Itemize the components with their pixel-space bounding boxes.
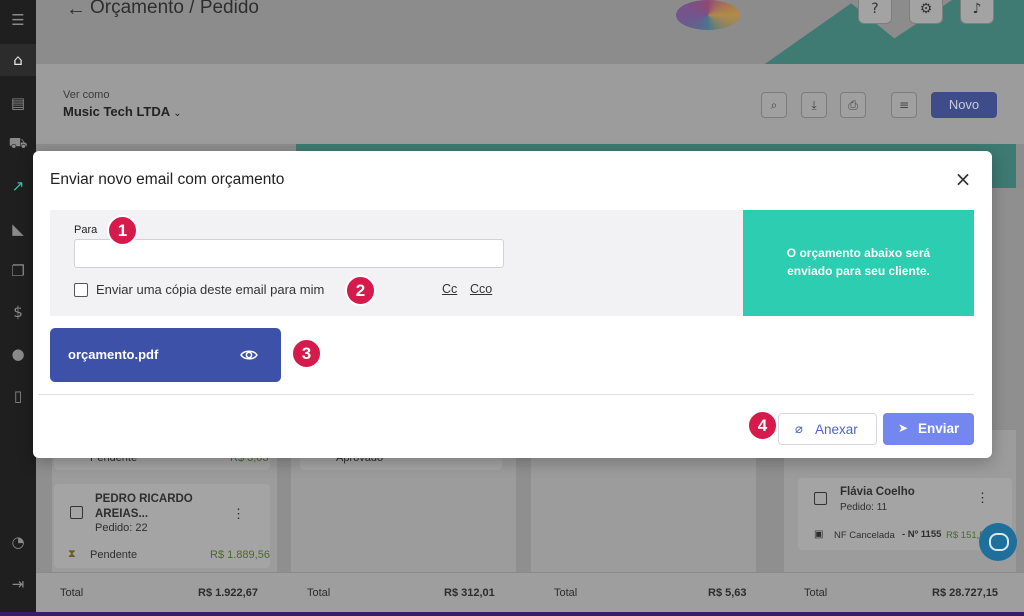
modal-divider <box>38 394 974 395</box>
step-marker-3: 3 <box>291 338 322 369</box>
attach-button-label: Anexar <box>815 422 858 437</box>
send-email-modal: Enviar novo email com orçamento × Para E… <box>33 151 992 458</box>
home-icon[interactable]: ⌂ <box>8 50 28 70</box>
megaphone-icon[interactable]: ◣ <box>8 219 28 239</box>
logout-icon[interactable]: ⇥ <box>8 574 28 594</box>
copy-icon[interactable]: ❐ <box>8 261 28 281</box>
back-arrow-icon[interactable]: ← <box>66 0 86 21</box>
attachment-card[interactable]: orçamento.pdf <box>50 328 281 382</box>
total-value: R$ 5,63 <box>708 587 747 599</box>
page-title: Orçamento / Pedido <box>90 0 259 18</box>
attachment-name: orçamento.pdf <box>68 347 159 362</box>
nf-number: - Nº 1155 <box>902 529 942 540</box>
info-box: O orçamento abaixo será enviado para seu… <box>743 210 974 316</box>
eye-icon[interactable] <box>240 346 258 364</box>
send-button-label: Enviar <box>918 421 960 436</box>
cco-link[interactable]: Cco <box>470 282 492 296</box>
order-card[interactable]: PEDRO RICARDO AREIAS... Pedido: 22 ⋮ ⧗ P… <box>54 484 270 568</box>
copy-checkbox-label[interactable]: Enviar uma cópia deste email para mim <box>96 282 324 297</box>
value-text: R$ 1.889,56 <box>210 549 270 561</box>
order-number: Pedido: 22 <box>95 522 148 534</box>
modal-title: Enviar novo email com orçamento <box>50 171 285 188</box>
cart-icon[interactable]: ⛟ <box>8 133 28 153</box>
chevron-down-icon: ⌄ <box>173 108 182 119</box>
document-add-icon[interactable]: ▤ <box>8 93 28 113</box>
menu-icon[interactable]: ☰ <box>8 10 28 30</box>
step-marker-4: 4 <box>747 410 778 441</box>
more-icon[interactable]: ⋮ <box>232 506 245 522</box>
download-icon[interactable]: ⤓ <box>801 92 827 118</box>
print-icon[interactable]: ⎙ <box>840 92 866 118</box>
email-form: Para Enviar uma cópia deste email para m… <box>50 210 743 316</box>
total-label: Total <box>307 587 331 599</box>
status-text: Pendente <box>90 549 138 561</box>
filter-bar <box>36 64 1024 144</box>
send-icon: ➤ <box>898 421 909 435</box>
list-icon[interactable]: ≡ <box>891 92 917 118</box>
novo-button[interactable]: Novo <box>931 92 997 118</box>
search-icon[interactable]: ⌕ <box>761 92 787 118</box>
bottom-bar <box>0 612 1024 616</box>
user-settings-icon[interactable]: ◔ <box>8 532 28 552</box>
help-icon[interactable]: ? <box>858 0 892 24</box>
user-icon[interactable]: ● <box>8 344 28 364</box>
hourglass-icon: ⧗ <box>68 548 76 560</box>
paperclip-icon: ⌀ <box>795 422 803 437</box>
brand-logo <box>676 0 740 30</box>
money-icon[interactable]: $ <box>8 302 28 322</box>
total-value: R$ 28.727,15 <box>932 587 999 599</box>
step-marker-1: 1 <box>107 215 138 246</box>
recipient-input[interactable] <box>74 239 504 268</box>
order-number: Pedido: 11 <box>840 502 888 513</box>
nf-status: NF Cancelada <box>834 530 895 541</box>
card-checkbox[interactable] <box>814 492 827 505</box>
invoice-icon: ▣ <box>814 529 824 540</box>
total-label: Total <box>804 587 828 599</box>
left-rail: ☰ ⌂ ▤ ⛟ ↗ ◣ ❐ $ ● ▯ ◔ ⇥ <box>0 0 36 616</box>
chat-bubble-icon[interactable] <box>979 523 1017 561</box>
ver-como-label: Ver como <box>63 89 110 101</box>
company-select[interactable]: Music Tech LTDA ⌄ <box>63 104 182 119</box>
total-label: Total <box>554 587 578 599</box>
company-name: Music Tech LTDA <box>63 104 170 119</box>
settings-icon[interactable]: ⚙ <box>909 0 943 24</box>
attach-button[interactable]: ⌀ Anexar <box>778 413 877 445</box>
card-checkbox[interactable] <box>70 506 83 519</box>
client-name: Flávia Coelho <box>840 486 915 498</box>
para-label: Para <box>74 224 98 236</box>
more-icon[interactable]: ⋮ <box>976 490 989 506</box>
bell-icon[interactable]: ♪ <box>960 0 994 24</box>
cc-link[interactable]: Cc <box>442 282 457 296</box>
step-marker-2: 2 <box>345 275 376 306</box>
totals-bar <box>36 572 1024 616</box>
send-button[interactable]: ➤ Enviar <box>883 413 974 445</box>
copy-checkbox[interactable] <box>74 283 88 297</box>
total-value: R$ 312,01 <box>444 587 495 599</box>
client-name: PEDRO RICARDO AREIAS... <box>95 493 193 520</box>
close-icon[interactable]: × <box>952 168 974 190</box>
chart-icon[interactable]: ↗ <box>8 176 28 196</box>
total-label: Total <box>60 587 84 599</box>
total-value: R$ 1.922,67 <box>198 587 258 599</box>
file-icon[interactable]: ▯ <box>8 386 28 406</box>
